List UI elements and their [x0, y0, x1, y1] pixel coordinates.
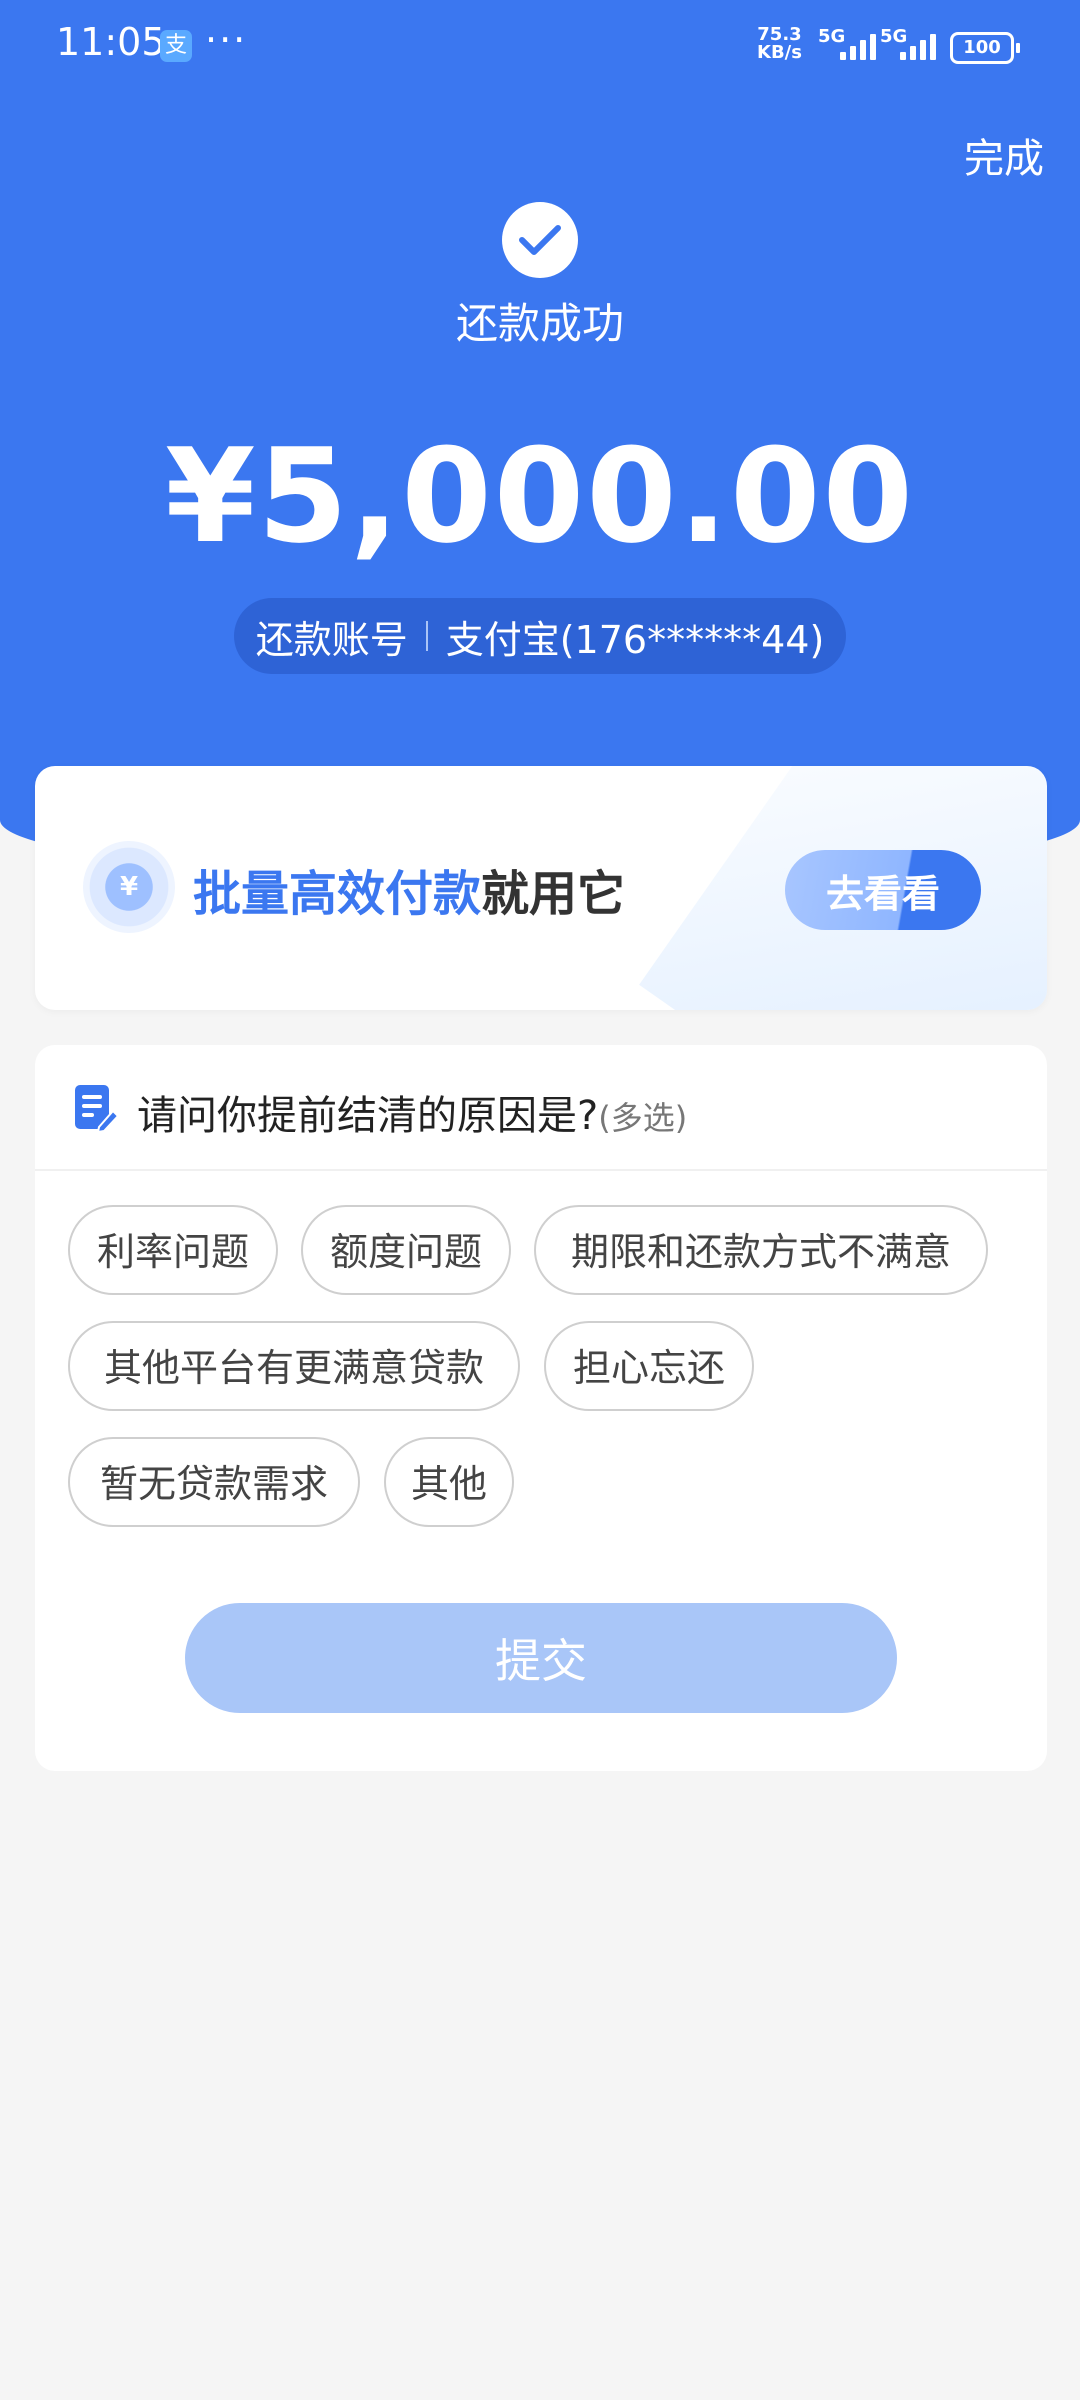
option-interest-rate[interactable]: 利率问题: [68, 1205, 278, 1295]
signal-icon-2: [890, 30, 940, 60]
promo-text: 批量高效付款就用它: [193, 854, 625, 924]
signal-icon-1: [826, 30, 876, 60]
promo-highlight: 批量高效付款: [193, 866, 482, 922]
option-other-platform[interactable]: 其他平台有更满意贷款: [68, 1321, 520, 1411]
network-speed: 75.3 KB/s: [757, 26, 802, 62]
repayment-account: 还款账号 支付宝(176******44): [234, 598, 846, 674]
survey-card: 请问你提前结清的原因是?(多选) 利率问题 额度问题 期限和还款方式不满意 其他…: [35, 1045, 1047, 1771]
account-value: 支付宝(176******44): [445, 617, 825, 662]
status-time: 11:05: [56, 20, 166, 64]
option-term-method[interactable]: 期限和还款方式不满意: [534, 1205, 988, 1295]
survey-header: 请问你提前结清的原因是?(多选): [35, 1045, 1047, 1171]
network-speed-unit: KB/s: [757, 42, 802, 63]
go-see-button[interactable]: 去看看: [785, 850, 981, 930]
done-button[interactable]: 完成: [964, 126, 1044, 184]
option-credit-limit[interactable]: 额度问题: [301, 1205, 511, 1295]
coin-symbol: ¥: [119, 872, 139, 902]
battery-icon: 100: [950, 32, 1020, 64]
repayment-amount: ¥5,000.00: [165, 420, 915, 572]
option-other[interactable]: 其他: [384, 1437, 514, 1527]
survey-form-icon: [75, 1085, 119, 1133]
account-label: 还款账号: [255, 617, 408, 662]
more-dots-icon: ···: [205, 18, 248, 62]
success-title: 还款成功: [455, 299, 624, 348]
option-no-need[interactable]: 暂无贷款需求: [68, 1437, 360, 1527]
account-separator: [425, 621, 428, 651]
success-check-icon: [502, 202, 578, 278]
survey-title: 请问你提前结清的原因是?(多选): [137, 1083, 687, 1141]
submit-button[interactable]: 提交: [185, 1603, 897, 1713]
option-forget-repay[interactable]: 担心忘还: [544, 1321, 754, 1411]
promo-rest: 就用它: [481, 866, 626, 922]
survey-question: 请问你提前结清的原因是?: [137, 1093, 599, 1139]
multi-select-hint: (多选): [598, 1099, 688, 1137]
batch-payment-promo-card[interactable]: ¥ 批量高效付款就用它 去看看: [35, 766, 1047, 1010]
alipay-icon: 支: [160, 30, 192, 62]
status-bar: 11:05 支 ··· 75.3 KB/s 5G 5G 100: [0, 0, 1080, 90]
coin-icon: ¥: [83, 841, 175, 933]
